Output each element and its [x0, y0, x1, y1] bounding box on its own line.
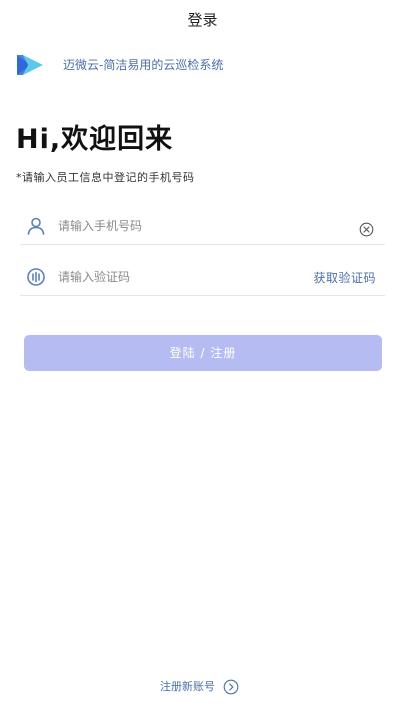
register-link[interactable]: 注册新账号: [160, 678, 239, 696]
login-register-button[interactable]: 登陆 / 注册: [24, 335, 382, 371]
verification-icon: [27, 268, 45, 286]
brand-logo-icon: [17, 55, 43, 75]
user-icon: [27, 217, 45, 235]
welcome-heading: Hi,欢迎回来: [16, 124, 174, 155]
phone-input[interactable]: [58, 214, 318, 238]
register-label: 注册新账号: [160, 680, 215, 693]
page-title: 登录: [187, 11, 218, 29]
verification-code-field: 获取验证码: [20, 261, 385, 296]
phone-hint: *请输入员工信息中登记的手机号码: [16, 171, 195, 184]
clear-icon[interactable]: [359, 222, 374, 237]
phone-field: [20, 210, 385, 245]
chevron-right-circle-icon: [223, 679, 239, 695]
verification-code-input[interactable]: [58, 265, 318, 289]
get-code-button[interactable]: 获取验证码: [313, 269, 376, 287]
brand-banner: 迈微云-简洁易用的云巡检系统: [15, 52, 223, 78]
brand-tagline: 迈微云-简洁易用的云巡检系统: [63, 58, 224, 72]
